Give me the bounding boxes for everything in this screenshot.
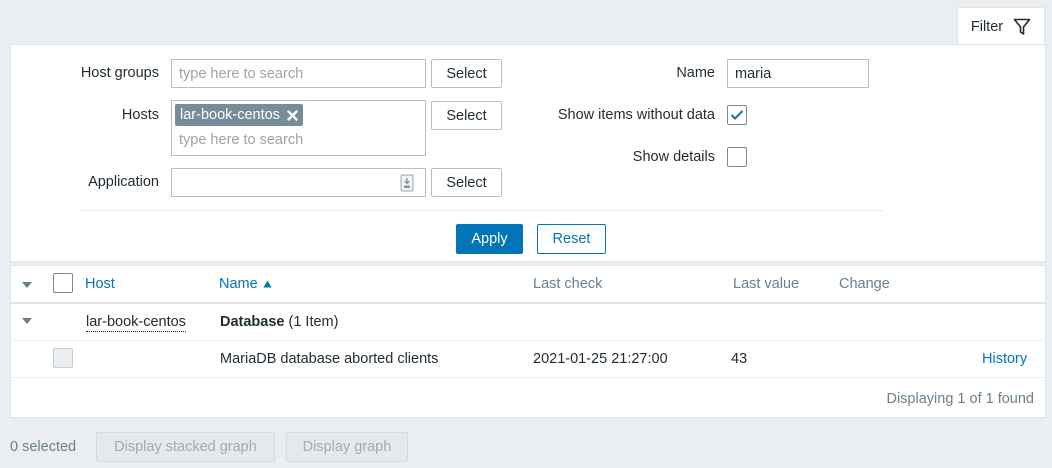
- column-last-value: Last value: [733, 276, 800, 292]
- hosts-placeholder: type here to search: [179, 132, 304, 148]
- group-item-count: (1 Item): [288, 314, 339, 330]
- select-all-checkbox[interactable]: [53, 273, 73, 293]
- column-change: Change: [839, 276, 890, 292]
- host-groups-input[interactable]: type here to search: [171, 59, 426, 88]
- show-details-checkbox[interactable]: [727, 147, 747, 167]
- row-checkbox[interactable]: [53, 348, 73, 368]
- display-stacked-graph-button[interactable]: Display stacked graph: [96, 432, 275, 462]
- column-name[interactable]: Name: [219, 276, 272, 292]
- row-divider: [11, 340, 1045, 341]
- filter-tab[interactable]: Filter: [957, 7, 1045, 45]
- show-items-without-data-label: Show items without data: [557, 107, 715, 123]
- column-last-check: Last check: [533, 276, 603, 292]
- filter-panel: Host groups type here to search Select H…: [10, 44, 1046, 262]
- item-last-check: 2021-01-25 21:27:00: [533, 351, 668, 367]
- items-table: Host Name Last check Last value Change l…: [10, 265, 1046, 418]
- host-groups-select-button[interactable]: Select: [431, 59, 502, 88]
- group-application-name: Database: [220, 314, 285, 330]
- host-chip: lar-book-centos: [175, 104, 303, 126]
- filter-divider: [81, 210, 883, 211]
- autocomplete-icon: [400, 174, 414, 191]
- hosts-label: Hosts: [121, 107, 159, 123]
- show-details-label: Show details: [632, 149, 715, 165]
- column-name-label: Name: [219, 276, 258, 292]
- host-chip-label: lar-book-centos: [180, 107, 280, 123]
- item-name: MariaDB database aborted clients: [220, 351, 439, 367]
- application-label: Application: [88, 174, 159, 190]
- table-footer-count: Displaying 1 of 1 found: [886, 391, 1034, 407]
- show-items-without-data-checkbox[interactable]: [727, 105, 747, 125]
- sort-ascending-icon: [263, 280, 272, 288]
- history-link[interactable]: History: [982, 351, 1027, 367]
- display-graph-button[interactable]: Display graph: [286, 432, 408, 462]
- name-label: Name: [676, 65, 715, 81]
- selected-count: 0 selected: [10, 439, 77, 455]
- host-groups-label: Host groups: [80, 65, 159, 81]
- row-divider: [11, 377, 1045, 378]
- application-input[interactable]: [171, 168, 426, 197]
- group-application: Database (1 Item): [220, 314, 338, 330]
- column-host[interactable]: Host: [85, 276, 115, 292]
- hosts-select-button[interactable]: Select: [431, 101, 502, 130]
- collapse-all-icon[interactable]: [22, 282, 32, 288]
- funnel-icon: [1013, 18, 1031, 35]
- group-host-link[interactable]: lar-book-centos: [86, 314, 186, 332]
- item-last-value: 43: [731, 351, 748, 367]
- reset-button[interactable]: Reset: [537, 224, 606, 254]
- application-select-button[interactable]: Select: [431, 168, 502, 197]
- host-groups-placeholder: type here to search: [179, 65, 304, 82]
- name-value: maria: [735, 65, 772, 82]
- filter-tab-label: Filter: [970, 18, 1004, 35]
- checkmark-icon: [730, 110, 744, 120]
- apply-button[interactable]: Apply: [456, 224, 523, 254]
- collapse-group-icon[interactable]: [22, 318, 32, 324]
- name-input[interactable]: maria: [727, 59, 869, 88]
- close-icon[interactable]: [287, 109, 298, 121]
- hosts-multiselect[interactable]: lar-book-centos type here to search: [171, 100, 426, 156]
- header-divider: [11, 302, 1045, 304]
